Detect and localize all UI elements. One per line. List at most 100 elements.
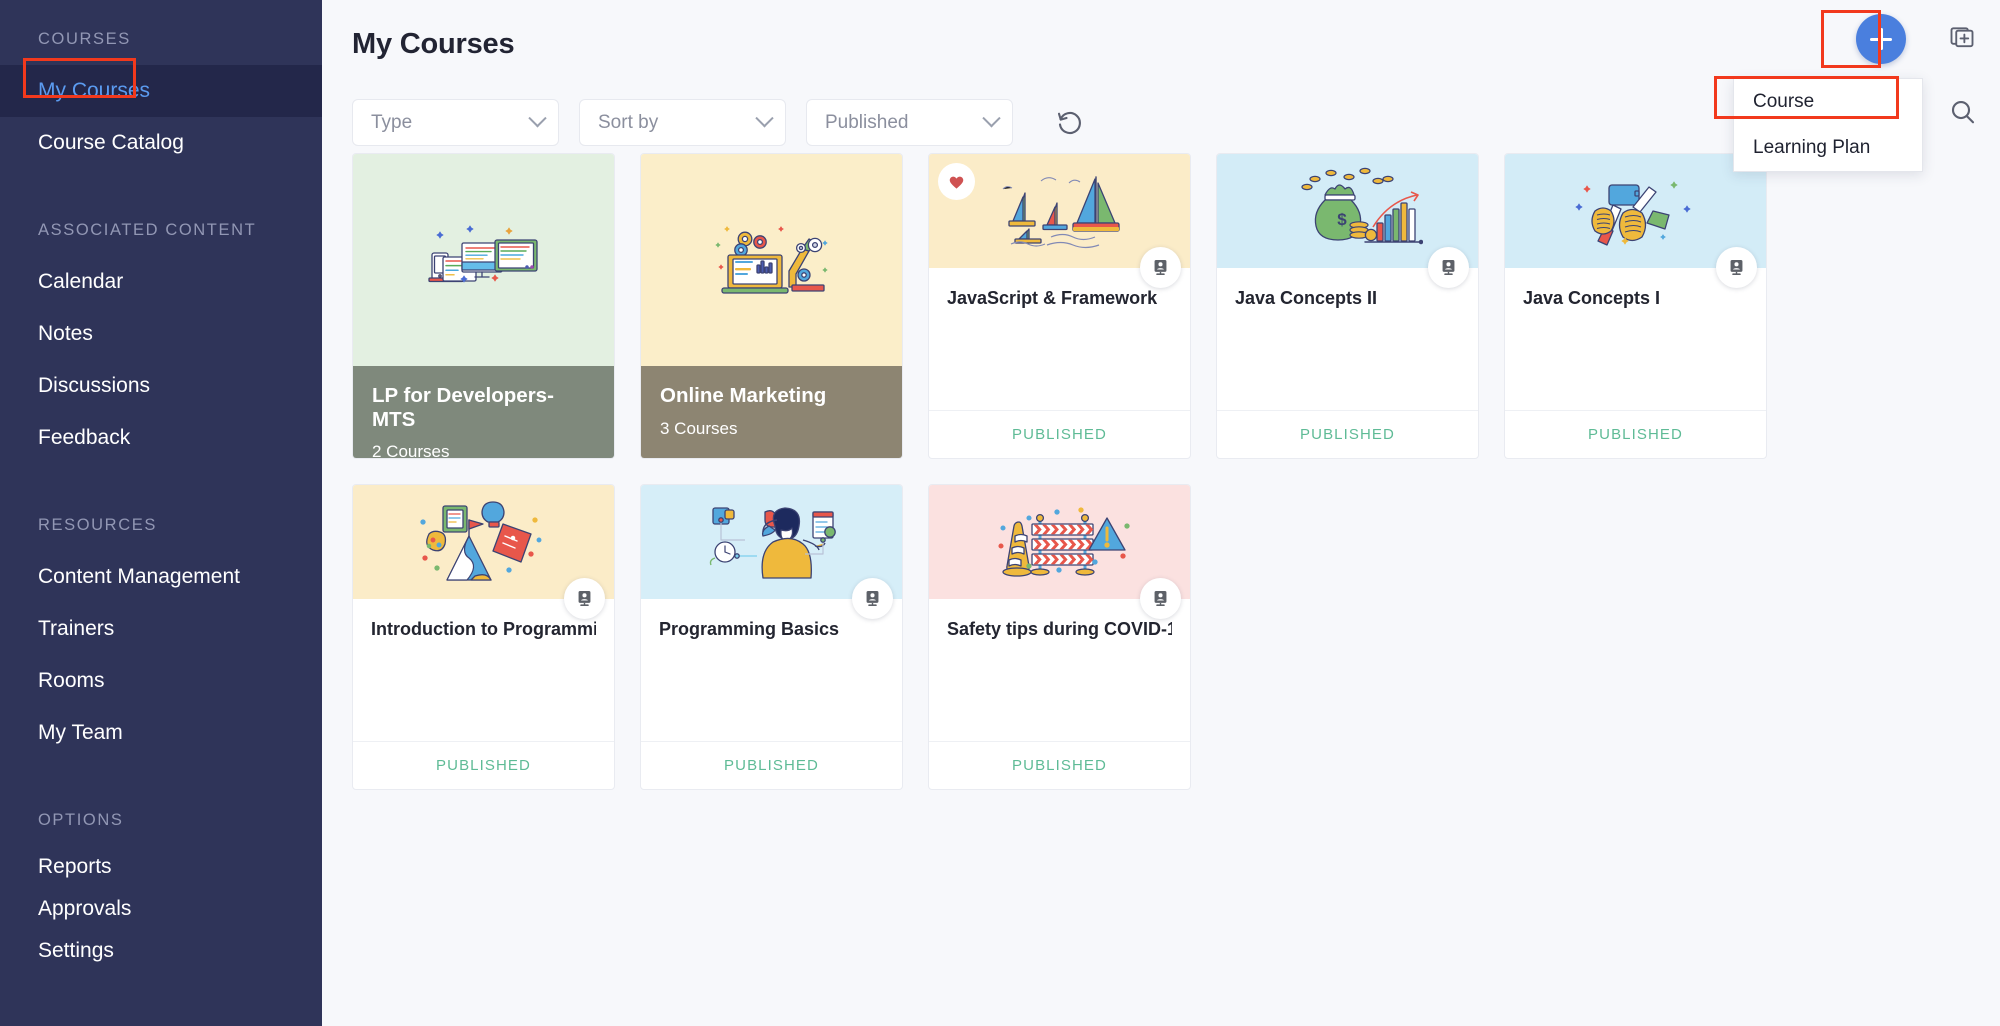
classroom-icon: [866, 590, 879, 607]
chevron-down-icon: [755, 109, 774, 128]
card-footer: PUBLISHED: [1217, 410, 1478, 458]
sort-by-filter-select[interactable]: Sort by: [579, 99, 786, 146]
learning-plan-footer: LP for Developers-MTS 2 Courses: [353, 366, 614, 458]
automation-illustration: [715, 226, 827, 294]
card-footer: PUBLISHED: [353, 741, 614, 789]
card-thumbnail: [641, 485, 902, 619]
chevron-down-icon: [982, 109, 1001, 128]
card-title: JavaScript & Framework: [947, 288, 1158, 308]
card-course-count: 2 Courses: [372, 442, 450, 459]
classroom-icon: [1154, 590, 1167, 607]
course-card[interactable]: Programming Basics PUBLISHED: [640, 484, 903, 790]
status-badge: PUBLISHED: [1588, 426, 1683, 443]
card-footer: PUBLISHED: [641, 741, 902, 789]
course-card[interactable]: JavaScript & Framework PUBLISHED: [928, 153, 1191, 459]
card-title: Java Concepts II: [1235, 288, 1378, 308]
devices-illustration: [427, 225, 538, 283]
course-card[interactable]: $ Java Concepts II PUBLISHED: [1216, 153, 1479, 459]
card-thumbnail: [353, 154, 614, 368]
sidebar-item-reports[interactable]: Reports: [0, 846, 322, 888]
course-card[interactable]: Introduction to Programmi... PUBLISHED: [352, 484, 615, 790]
search-icon: [1951, 100, 1975, 124]
card-footer: PUBLISHED: [929, 410, 1190, 458]
card-footer: PUBLISHED: [1505, 410, 1766, 458]
course-card[interactable]: Java Concepts I PUBLISHED: [1504, 153, 1767, 459]
card-thumbnail: [929, 154, 1190, 288]
published-filter-label: Published: [825, 111, 909, 133]
learning-plan-footer: Online Marketing 3 Courses: [641, 366, 902, 458]
classroom-icon: [1442, 259, 1455, 276]
filter-bar: Type Sort by Published: [352, 99, 1090, 146]
card-footer: PUBLISHED: [929, 741, 1190, 789]
chevron-down-icon: [528, 109, 547, 128]
card-thumbnail: [353, 485, 614, 619]
classroom-type-badge: [1140, 247, 1181, 288]
right-rail: [1926, 0, 2000, 1026]
card-title: Java Concepts I: [1523, 288, 1661, 308]
sidebar-item-settings[interactable]: Settings: [0, 930, 322, 972]
status-badge: PUBLISHED: [436, 757, 531, 774]
reset-icon: [1057, 111, 1081, 134]
classroom-icon: [1730, 259, 1743, 276]
sidebar-item-feedback[interactable]: Feedback: [0, 412, 322, 464]
sidebar-item-calendar[interactable]: Calendar: [0, 256, 322, 308]
page-title: My Courses: [352, 28, 515, 60]
status-badge: PUBLISHED: [1012, 426, 1107, 443]
published-filter-select[interactable]: Published: [806, 99, 1013, 146]
sidebar-item-approvals[interactable]: Approvals: [0, 888, 322, 930]
sidebar-group-spacer: [0, 169, 322, 221]
sidebar-group-spacer: [0, 759, 322, 811]
card-title: Online Marketing: [660, 384, 827, 407]
sidebar-group-label-options: OPTIONS: [38, 811, 124, 829]
add-to-collection-button[interactable]: [1945, 20, 1981, 56]
learning-plan-card[interactable]: LP for Developers-MTS 2 Courses: [352, 153, 615, 459]
type-filter-label: Type: [371, 111, 413, 133]
sidebar-group-spacer: [0, 464, 322, 516]
classroom-type-badge: [852, 578, 893, 619]
money-growth-illustration: $: [1300, 167, 1423, 245]
sidebar-item-discussions[interactable]: Discussions: [0, 360, 322, 412]
reset-filters-button[interactable]: [1050, 103, 1090, 143]
sidebar-item-trainers[interactable]: Trainers: [0, 603, 322, 655]
course-card-grid: LP for Developers-MTS 2 Courses Online Mar…: [352, 153, 1808, 790]
add-to-collection-icon: [1950, 27, 1974, 48]
sidebar-group-label-resources: RESOURCES: [38, 516, 157, 534]
sidebar-item-course-catalog[interactable]: Course Catalog: [0, 117, 322, 169]
sidebar-item-content-management[interactable]: Content Management: [0, 551, 322, 603]
card-title: LP for Developers-MTS: [372, 384, 554, 431]
sidebar-item-notes[interactable]: Notes: [0, 308, 322, 360]
classroom-icon: [578, 590, 591, 607]
classroom-type-badge: [1428, 247, 1469, 288]
status-badge: PUBLISHED: [724, 757, 819, 774]
favorite-button[interactable]: [938, 163, 975, 200]
sidebar-item-my-team[interactable]: My Team: [0, 707, 322, 759]
search-button[interactable]: [1945, 94, 1981, 130]
sidebar-item-my-courses[interactable]: My Courses: [0, 65, 322, 117]
card-course-count: 3 Courses: [660, 418, 738, 438]
sailboats-illustration: [1002, 176, 1120, 249]
classroom-icon: [1154, 259, 1167, 276]
app-root: COURSES My Courses Course Catalog ASSOCIATE…: [0, 0, 2000, 1026]
roadblock-illustration: [997, 507, 1130, 577]
course-card[interactable]: Safety tips during COVID-1... PUBLISHED: [928, 484, 1191, 790]
add-button[interactable]: [1856, 14, 1906, 64]
add-menu-item-course[interactable]: Course: [1734, 79, 1922, 125]
classroom-type-badge: [1140, 578, 1181, 619]
status-badge: PUBLISHED: [1012, 757, 1107, 774]
card-thumbnail: $: [1217, 154, 1478, 288]
svg-text:$: $: [1337, 210, 1347, 229]
learning-plan-card[interactable]: Online Marketing 3 Courses: [640, 153, 903, 459]
classroom-type-badge: [1716, 247, 1757, 288]
sidebar-item-rooms[interactable]: Rooms: [0, 655, 322, 707]
sidebar-group-label-courses: COURSES: [38, 30, 131, 48]
person-puzzle-illustration: [709, 507, 836, 579]
main-sidebar: COURSES My Courses Course Catalog ASSOCIATE…: [0, 0, 322, 1026]
card-title: Safety tips during COVID-1...: [947, 619, 1172, 639]
add-menu-dropdown: Course Learning Plan: [1733, 78, 1923, 172]
status-badge: PUBLISHED: [1300, 426, 1395, 443]
card-thumbnail: [1505, 154, 1766, 288]
card-thumbnail: [641, 154, 902, 368]
card-title: Programming Basics: [659, 619, 840, 639]
type-filter-select[interactable]: Type: [352, 99, 559, 146]
add-menu-item-learning-plan[interactable]: Learning Plan: [1734, 125, 1922, 171]
